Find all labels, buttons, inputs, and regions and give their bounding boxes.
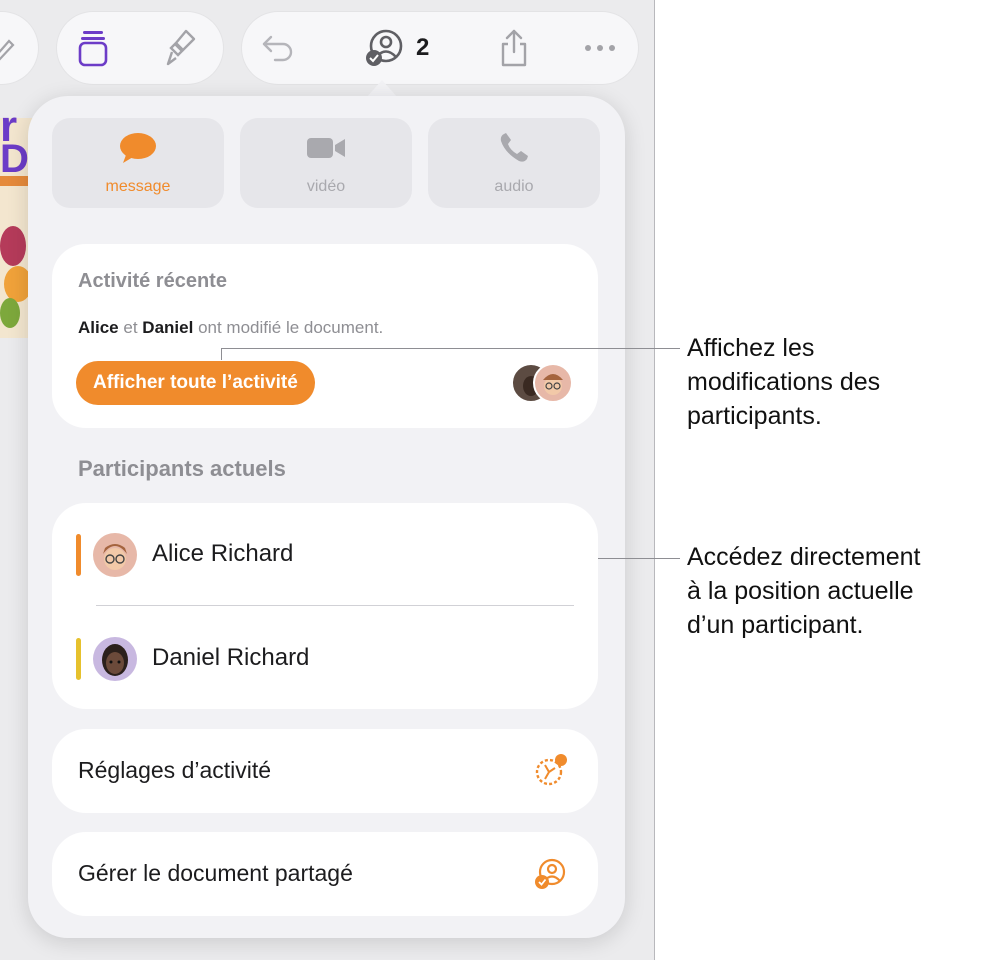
collaboration-icon[interactable] xyxy=(362,26,406,70)
share-icon[interactable] xyxy=(492,26,536,70)
recent-activity-summary: Alice et Daniel ont modifié le document. xyxy=(78,318,384,337)
message-bubble-icon xyxy=(118,131,158,170)
recent-activity-card: Activité récente Alice et Daniel ont mod… xyxy=(52,244,598,428)
avatar-alice xyxy=(92,532,138,583)
editor-name-daniel: Daniel xyxy=(142,318,194,337)
activity-gear-icon xyxy=(530,751,570,791)
video-camera-icon xyxy=(305,131,347,170)
participants-card: Alice Richard Daniel Richard xyxy=(52,503,598,709)
undo-icon[interactable] xyxy=(256,26,300,70)
callout-changes: Affichez les modifications des participa… xyxy=(687,334,881,430)
toolbar-group-left xyxy=(0,12,38,84)
more-icon[interactable] xyxy=(578,26,622,70)
recent-activity-title: Activité récente xyxy=(78,270,227,292)
current-participants-title: Participants actuels xyxy=(78,456,286,481)
video-button[interactable]: vidéo xyxy=(240,118,412,208)
activity-settings-label: Réglages d’activité xyxy=(78,757,272,783)
audio-button[interactable]: audio xyxy=(428,118,600,208)
activity-settings-row[interactable]: Réglages d’activité xyxy=(52,729,598,813)
avatar-daniel xyxy=(92,636,138,687)
collaborator-count: 2 xyxy=(416,34,430,61)
callout-line-changes-tick xyxy=(221,348,222,360)
callout-line-changes xyxy=(221,348,680,349)
message-label: message xyxy=(105,177,171,195)
collaboration-popover: message vidéo audio Activité récente Ali… xyxy=(28,96,625,938)
toolbar-group-format xyxy=(57,12,223,84)
participant-name: Alice Richard xyxy=(152,540,294,567)
app-screen: r D 2 message vidéo audio Activité récen… xyxy=(0,0,655,960)
participant-row-alice[interactable]: Alice Richard xyxy=(76,530,576,577)
pencil-icon[interactable] xyxy=(0,26,26,70)
participant-row-daniel[interactable]: Daniel Richard xyxy=(76,634,576,681)
participant-color-bar xyxy=(76,638,81,680)
message-button[interactable]: message xyxy=(52,118,224,208)
participant-color-bar xyxy=(76,534,81,576)
row-separator xyxy=(96,605,574,606)
phone-icon xyxy=(497,131,531,170)
toolbar-group-actions xyxy=(242,12,638,84)
callout-position: Accédez directement à la position actuel… xyxy=(687,543,921,639)
paintbrush-icon[interactable] xyxy=(159,26,203,70)
manage-shared-document-label: Gérer le document partagé xyxy=(78,860,353,886)
callout-line-position xyxy=(598,558,680,559)
editor-avatars xyxy=(510,362,576,404)
show-all-activity-button[interactable]: Afficher toute l’activité xyxy=(76,361,315,405)
video-label: vidéo xyxy=(306,177,346,195)
audio-label: audio xyxy=(494,177,534,195)
layers-icon[interactable] xyxy=(71,26,115,70)
manage-shared-document-row[interactable]: Gérer le document partagé xyxy=(52,832,598,916)
participant-name: Daniel Richard xyxy=(152,644,310,671)
shared-person-icon xyxy=(530,854,570,894)
editor-name-alice: Alice xyxy=(78,318,119,337)
